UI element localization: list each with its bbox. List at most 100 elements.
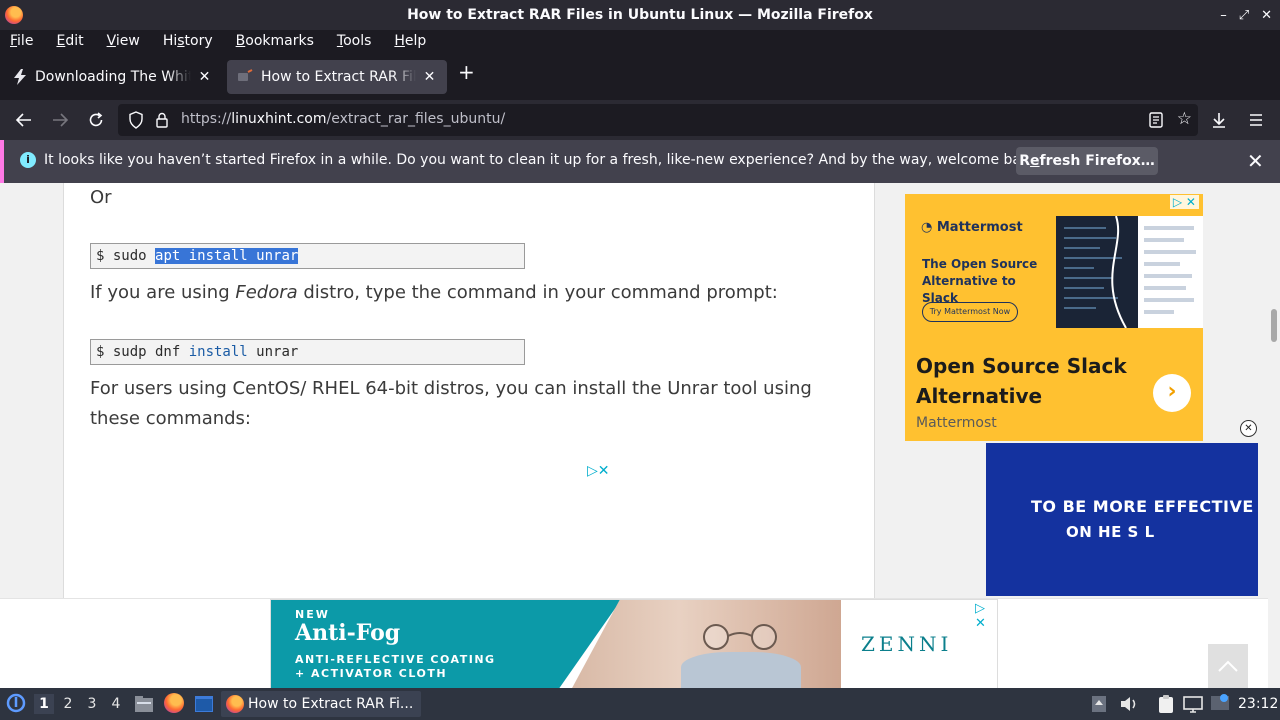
taskbar-firefox-window[interactable]: How to Extract RAR Fi... — [221, 691, 421, 717]
zenni-ad-banner[interactable]: NEW Anti-Fog ANTI-REFLECTIVE COATING + A… — [270, 599, 998, 688]
ad-cta-button[interactable]: Try Mattermost Now — [922, 302, 1018, 322]
menu-history[interactable]: History — [163, 33, 213, 49]
ad-anti-fog-title: Anti-Fog — [295, 620, 401, 646]
back-button[interactable] — [12, 108, 36, 132]
ad-subtitle-2: + ACTIVATOR CLOTH — [295, 667, 448, 680]
url-bar[interactable]: https://linuxhint.com/extract_rar_files_… — [118, 104, 1198, 136]
chevron-up-icon — [1218, 660, 1238, 672]
workspace-2[interactable]: 2 — [58, 694, 78, 714]
fedora-paragraph: If you are using Fedora distro, type the… — [90, 282, 778, 303]
tab-title: Downloading The White House — [35, 69, 191, 85]
minimize-button[interactable]: – — [1220, 8, 1227, 23]
ad-headline: The Open Source Alternative to Slack — [922, 257, 1038, 305]
forward-arrow-icon — [53, 113, 69, 127]
ad-arrow-icon[interactable]: › — [1153, 374, 1191, 412]
code-block-apt: $ sudo apt install unrar — [90, 243, 525, 269]
download-icon — [1213, 113, 1225, 128]
taskbar: 1 2 3 4 How to Extract RAR Fi... 23:12 — [0, 688, 1280, 720]
page-scrollbar[interactable] — [1268, 183, 1280, 688]
bookmark-star-icon[interactable]: ☆ — [1177, 109, 1192, 129]
downloads-button[interactable] — [1207, 108, 1231, 132]
new-tab-button[interactable]: + — [458, 60, 475, 84]
start-menu-icon[interactable] — [6, 693, 26, 717]
back-arrow-icon — [15, 113, 31, 127]
tracking-shield-icon[interactable] — [128, 111, 144, 133]
url-text[interactable]: https://linuxhint.com/extract_rar_files_… — [181, 111, 505, 127]
refresh-firefox-notification: i It looks like you haven’t started Fire… — [0, 140, 1280, 183]
mattermost-logo-icon: ◔ — [921, 220, 937, 235]
window-controls: – ⤢ ✕ — [1220, 0, 1272, 30]
ad-big-title: Open Source Slack Alternative — [916, 354, 1127, 408]
task-label: How to Extract RAR Fi... — [248, 696, 414, 712]
app-menu-button[interactable] — [1244, 108, 1268, 132]
clipboard-icon[interactable] — [1156, 694, 1176, 718]
scroll-to-top-button[interactable] — [1208, 644, 1248, 688]
notification-icon[interactable] — [1210, 693, 1230, 717]
lock-icon[interactable] — [154, 111, 170, 133]
workspace-4[interactable]: 4 — [106, 694, 126, 714]
terminal-launcher-icon[interactable] — [194, 694, 214, 718]
face-mask-image — [681, 652, 801, 688]
ad-screenshot-image — [1056, 215, 1203, 329]
notification-message: It looks like you haven’t started Firefo… — [44, 152, 1043, 168]
file-manager-icon[interactable] — [134, 694, 154, 718]
scrollbar-thumb[interactable] — [1271, 309, 1277, 342]
menu-help[interactable]: Help — [394, 33, 426, 49]
blue-ad-line2: ON HE S L — [1066, 523, 1155, 541]
maximize-button[interactable]: ⤢ — [1239, 8, 1249, 23]
reload-icon — [89, 112, 103, 127]
refresh-firefox-button[interactable]: Refresh Firefox… — [1016, 147, 1158, 175]
tab-downloading-white-house[interactable]: Downloading The White House ✕ — [2, 60, 222, 94]
selected-command-text: apt install unrar — [155, 248, 299, 264]
ad-advertiser: Mattermost — [916, 415, 997, 431]
tab-title: How to Extract RAR Files in Ubuntu Linux — [261, 69, 417, 85]
workspace-1[interactable]: 1 — [34, 694, 54, 714]
mattermost-ad[interactable]: ▷ ✕ ◔ Mattermost The Open Source Alterna… — [905, 194, 1203, 441]
bottom-ad-bar: NEW Anti-Fog ANTI-REFLECTIVE COATING + A… — [0, 598, 1268, 688]
tab-extract-rar[interactable]: How to Extract RAR Files in Ubuntu Linux… — [227, 60, 447, 94]
or-text: Or — [90, 187, 112, 208]
ad-subtitle-1: ANTI-REFLECTIVE COATING — [295, 653, 496, 666]
close-tab-icon[interactable]: ✕ — [422, 69, 437, 85]
ad-choices-icon[interactable]: ▷ ✕ — [975, 601, 997, 631]
hamburger-menu-icon — [1250, 114, 1262, 126]
menu-bookmarks[interactable]: Bookmarks — [236, 33, 314, 49]
reader-view-icon[interactable] — [1148, 111, 1164, 133]
close-window-button[interactable]: ✕ — [1261, 8, 1272, 23]
code-block-dnf: $ sudp dnf install unrar — [90, 339, 525, 365]
window-title: How to Extract RAR Files in Ubuntu Linux… — [407, 7, 873, 23]
firefox-icon — [226, 695, 244, 713]
reload-button[interactable] — [84, 108, 108, 132]
blue-video-ad[interactable]: TO BE MORE EFFECTIVE ON HE S L — [986, 443, 1258, 596]
menu-file[interactable]: File — [10, 33, 33, 49]
blue-ad-line1: TO BE MORE EFFECTIVE — [1031, 497, 1254, 516]
menu-bar: File Edit View History Bookmarks Tools H… — [0, 30, 1280, 52]
close-tab-icon[interactable]: ✕ — [197, 69, 212, 85]
clock: 23:12 — [1238, 696, 1279, 712]
tab-strip: Downloading The White House ✕ How to Ext… — [0, 52, 1280, 100]
volume-icon[interactable] — [1119, 695, 1139, 717]
firefox-logo-icon — [5, 6, 23, 24]
ad-brand: ◔ Mattermost — [921, 220, 1023, 235]
close-notification-icon[interactable]: ✕ — [1247, 149, 1264, 173]
close-ad-icon[interactable]: ✕ — [1240, 420, 1257, 437]
centos-paragraph: For users using CentOS/ RHEL 64-bit dist… — [90, 378, 812, 429]
menu-view[interactable]: View — [107, 33, 140, 49]
navigation-toolbar: https://linuxhint.com/extract_rar_files_… — [0, 100, 1280, 140]
forward-button[interactable] — [48, 108, 72, 132]
bolt-icon — [12, 69, 27, 85]
workspace-3[interactable]: 3 — [82, 694, 102, 714]
ad-choices-icon[interactable]: ▷ ✕ — [1169, 195, 1199, 209]
tray-arrow-icon[interactable] — [1091, 695, 1107, 717]
window-titlebar: How to Extract RAR Files in Ubuntu Linux… — [0, 0, 1280, 30]
firefox-launcher-icon[interactable] — [164, 693, 184, 713]
ad-choices-icon[interactable]: ▷✕ — [587, 463, 610, 479]
menu-edit[interactable]: Edit — [56, 33, 83, 49]
network-icon[interactable] — [1183, 694, 1203, 718]
page-viewport: Or $ sudo apt install unrar If you are u… — [0, 183, 1268, 688]
menu-tools[interactable]: Tools — [337, 33, 372, 49]
site-favicon-icon — [237, 69, 253, 85]
info-icon: i — [20, 152, 36, 168]
glasses-image — [703, 624, 777, 650]
zenni-logo: ZENNI — [861, 632, 953, 656]
